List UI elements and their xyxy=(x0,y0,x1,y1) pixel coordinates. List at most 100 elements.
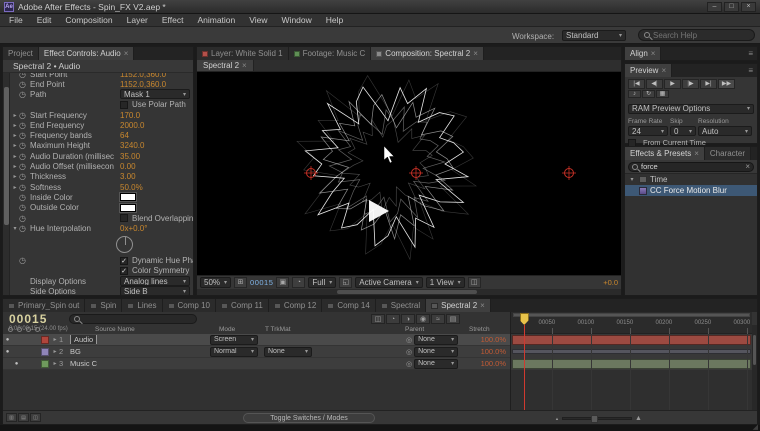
property-value[interactable]: 0x+0.0° xyxy=(120,224,147,233)
current-time-indicator[interactable] xyxy=(520,313,529,325)
effects-search-input[interactable] xyxy=(641,162,742,171)
zoom-select[interactable]: 50% ▾ xyxy=(200,277,231,288)
effects-search-box[interactable]: × xyxy=(628,162,754,172)
property-value[interactable]: 0.00 xyxy=(120,162,136,171)
twirl-icon[interactable]: ▾ xyxy=(11,225,19,232)
control-point-icon[interactable] xyxy=(409,166,423,180)
shuttle-button[interactable]: ▦ xyxy=(656,90,669,98)
property-checkbox[interactable] xyxy=(120,214,128,222)
stretch-value[interactable]: 100.0% xyxy=(468,347,510,356)
effects-category[interactable]: ▾Time xyxy=(625,174,757,185)
zoom-slider-thumb[interactable] xyxy=(591,415,598,423)
parent-select[interactable]: None▾ xyxy=(414,359,458,369)
tab-lines[interactable]: Lines xyxy=(122,299,162,312)
property-value[interactable]: 1152.0,360.0 xyxy=(120,80,166,89)
tab-comp-12[interactable]: Comp 12 xyxy=(269,299,322,312)
color-swatch[interactable] xyxy=(120,193,136,201)
pick-whip-icon[interactable]: ◎ xyxy=(406,336,412,344)
resize-grip[interactable]: ◢ xyxy=(753,423,758,431)
expand-transfer-controls-button[interactable]: ▤ xyxy=(18,413,29,422)
exposure-control[interactable]: +0.0 xyxy=(603,278,618,287)
stopwatch-icon[interactable]: ◷ xyxy=(19,111,30,120)
scrollbar-thumb[interactable] xyxy=(753,335,756,365)
time-ruler[interactable]: 000500010000150002000025000300 xyxy=(511,312,752,334)
twirl-icon[interactable]: ▸ xyxy=(51,360,59,367)
layer-duration-bar[interactable] xyxy=(512,359,751,369)
stopwatch-icon[interactable]: ◷ xyxy=(19,214,30,223)
property-value[interactable]: 2000.0 xyxy=(120,121,144,130)
twirl-icon[interactable]: ▸ xyxy=(11,184,19,191)
property-checkbox[interactable]: ✓ xyxy=(120,257,128,265)
tab-character[interactable]: Character xyxy=(705,147,751,160)
menu-window[interactable]: Window xyxy=(275,15,319,25)
stopwatch-icon[interactable]: ◷ xyxy=(19,193,30,202)
stretch-value[interactable]: 100.0% xyxy=(468,335,510,344)
timeline-vertical-scrollbar[interactable] xyxy=(752,325,757,410)
close-button[interactable]: × xyxy=(741,2,756,12)
tab-composition-spectral-2[interactable]: Composition: Spectral 2× xyxy=(371,47,484,60)
work-area-bar[interactable] xyxy=(513,313,750,317)
ram-preview-button[interactable]: ▶▶ xyxy=(718,79,735,89)
close-icon[interactable]: × xyxy=(473,49,478,58)
menu-edit[interactable]: Edit xyxy=(30,15,59,25)
menu-composition[interactable]: Composition xyxy=(58,15,119,25)
stopwatch-icon[interactable]: ◷ xyxy=(19,172,30,181)
tab-project[interactable]: Project xyxy=(3,47,39,60)
close-icon[interactable]: × xyxy=(651,49,656,58)
tab-comp-11[interactable]: Comp 11 xyxy=(216,299,269,312)
menu-animation[interactable]: Animation xyxy=(190,15,242,25)
snapshot-icon[interactable]: ▣ xyxy=(276,277,289,288)
effect-controls-scrollbar[interactable] xyxy=(3,73,10,295)
timeline-search-box[interactable] xyxy=(69,314,197,324)
stopwatch-icon[interactable]: ◷ xyxy=(19,131,30,140)
layer-row[interactable]: ●▸1AudioScreen▾◎None▾100.0% xyxy=(3,334,510,346)
close-icon[interactable]: × xyxy=(480,301,485,310)
timeline-search-input[interactable] xyxy=(83,316,192,323)
composition-canvas[interactable] xyxy=(197,72,621,277)
stopwatch-icon[interactable]: ◷ xyxy=(19,203,30,212)
stopwatch-icon[interactable]: ◷ xyxy=(19,162,30,171)
workspace-select[interactable]: Standard ▾ xyxy=(562,30,626,41)
tab-comp-10[interactable]: Comp 10 xyxy=(163,299,216,312)
stopwatch-icon[interactable]: ◷ xyxy=(19,256,30,265)
current-time-display[interactable]: 00015 xyxy=(9,312,47,326)
twirl-icon[interactable]: ▸ xyxy=(11,163,19,170)
stopwatch-icon[interactable]: ◷ xyxy=(19,80,30,89)
scrollbar-thumb[interactable] xyxy=(337,290,477,294)
tab-preview[interactable]: Preview × xyxy=(625,64,672,77)
layer-label-swatch[interactable] xyxy=(41,360,49,368)
tab-footage-music-c[interactable]: Footage: Music C xyxy=(289,47,372,60)
parent-select[interactable]: None▾ xyxy=(414,347,458,357)
timeline-graph[interactable]: 000500010000150002000025000300 xyxy=(510,312,752,410)
stretch-value[interactable]: 100.0% xyxy=(468,359,510,368)
field-select[interactable]: 24▾ xyxy=(628,126,668,136)
control-point-icon[interactable] xyxy=(562,166,576,180)
draft-3d-button[interactable]: ◔ xyxy=(386,314,400,324)
help-search-input[interactable] xyxy=(653,31,743,40)
ram-preview-options-select[interactable]: RAM Preview Options ▾ xyxy=(628,104,754,114)
field-select[interactable]: Auto▾ xyxy=(698,126,752,136)
close-icon[interactable]: × xyxy=(694,149,699,158)
loop-toggle-button[interactable]: ↻ xyxy=(642,90,655,98)
stopwatch-icon[interactable]: ◷ xyxy=(19,73,30,79)
previous-frame-button[interactable]: ◀| xyxy=(646,79,663,89)
pick-whip-icon[interactable]: ◎ xyxy=(406,360,412,368)
property-select[interactable]: Analog lines▾ xyxy=(120,276,190,286)
expand-layer-switches-button[interactable]: ▥ xyxy=(6,413,17,422)
property-value[interactable]: 64 xyxy=(120,131,129,140)
layer-row[interactable]: ●▸2BGNormal▾None▾◎None▾100.0% xyxy=(3,346,510,358)
cti-line[interactable] xyxy=(524,324,525,410)
tab-spectral-2-viewer[interactable]: Spectral 2 × xyxy=(197,60,254,71)
exposure-value[interactable]: +0.0 xyxy=(603,278,618,287)
layer-label-swatch[interactable] xyxy=(41,348,49,356)
panel-menu-icon[interactable]: ≡ xyxy=(744,47,757,60)
stopwatch-icon[interactable]: ◷ xyxy=(19,121,30,130)
trkmat-select[interactable]: None▾ xyxy=(264,347,312,357)
tab-comp-14[interactable]: Comp 14 xyxy=(322,299,375,312)
effect-item[interactable]: CC Force Motion Blur xyxy=(625,185,757,196)
twirl-icon[interactable]: ▸ xyxy=(11,112,19,119)
audio-toggle-button[interactable]: ♪ xyxy=(628,90,641,98)
mode-select[interactable]: Screen▾ xyxy=(210,335,258,345)
pick-whip-icon[interactable]: ◎ xyxy=(406,348,412,356)
column-stretch[interactable]: Stretch xyxy=(469,326,490,333)
